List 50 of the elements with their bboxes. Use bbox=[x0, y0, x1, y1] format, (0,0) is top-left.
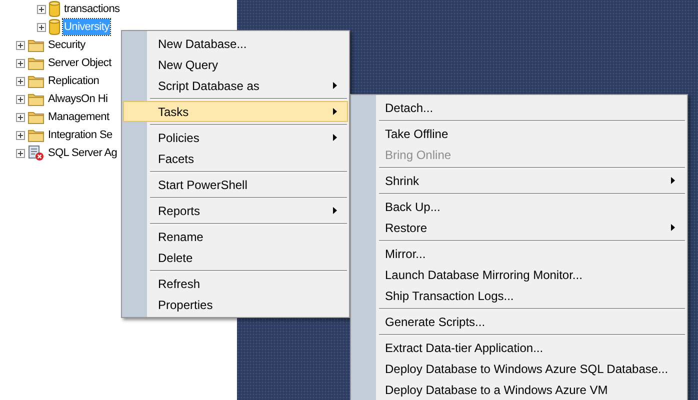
expand-icon[interactable] bbox=[37, 4, 46, 14]
menu-item[interactable]: Refresh bbox=[123, 273, 348, 294]
expand-icon[interactable] bbox=[37, 22, 46, 32]
menu-item[interactable]: Deploy Database to Windows Azure SQL Database... bbox=[352, 358, 686, 379]
menu-item[interactable]: Rename bbox=[123, 226, 348, 247]
tree-item[interactable]: Server Object bbox=[47, 55, 112, 71]
expand-icon[interactable] bbox=[16, 40, 25, 50]
menu-item[interactable]: Extract Data-tier Application... bbox=[352, 337, 686, 358]
menu-item[interactable]: Restore bbox=[352, 217, 686, 238]
folder-icon bbox=[28, 110, 44, 124]
tree-item[interactable]: SQL Server Ag bbox=[47, 145, 118, 161]
tree-item[interactable]: transactions bbox=[63, 1, 121, 17]
expand-icon[interactable] bbox=[16, 76, 25, 86]
folder-icon bbox=[28, 92, 44, 106]
menu-item[interactable]: New Database... bbox=[123, 33, 348, 54]
menu-item[interactable]: Detach... bbox=[352, 97, 686, 118]
menu-item[interactable]: Generate Scripts... bbox=[352, 311, 686, 332]
menu-item[interactable]: Script Database as bbox=[123, 75, 348, 96]
agent-icon bbox=[28, 145, 44, 161]
expand-icon[interactable] bbox=[16, 130, 25, 140]
menu-item[interactable]: Properties bbox=[123, 294, 348, 315]
folder-icon bbox=[28, 74, 44, 88]
menu-item[interactable]: Start PowerShell bbox=[123, 174, 348, 195]
menu-item[interactable]: Deploy Database to a Windows Azure VM bbox=[352, 379, 686, 400]
menu-item[interactable]: Mirror... bbox=[352, 243, 686, 264]
database-icon bbox=[49, 19, 60, 35]
expand-icon[interactable] bbox=[16, 94, 25, 104]
menu-item[interactable]: Facets bbox=[123, 148, 348, 169]
tree-item[interactable]: Integration Se bbox=[47, 127, 114, 143]
tree-item[interactable]: Replication bbox=[47, 73, 100, 89]
tree-item[interactable]: AlwaysOn Hi bbox=[47, 91, 109, 107]
menu-item[interactable]: Tasks bbox=[123, 101, 348, 122]
menu-item[interactable]: Back Up... bbox=[352, 196, 686, 217]
menu-item[interactable]: Reports bbox=[123, 200, 348, 221]
folder-icon bbox=[28, 128, 44, 142]
menu-item[interactable]: Take Offline bbox=[352, 123, 686, 144]
tree-item[interactable]: Management bbox=[47, 109, 110, 125]
folder-icon bbox=[28, 56, 44, 70]
menu-item[interactable]: Policies bbox=[123, 127, 348, 148]
menu-item[interactable]: Delete bbox=[123, 247, 348, 268]
expand-icon[interactable] bbox=[16, 58, 25, 68]
menu-item[interactable]: New Query bbox=[123, 54, 348, 75]
menu-item[interactable]: Launch Database Mirroring Monitor... bbox=[352, 264, 686, 285]
menu-item[interactable]: Ship Transaction Logs... bbox=[352, 285, 686, 306]
database-icon bbox=[49, 1, 60, 17]
expand-icon[interactable] bbox=[16, 112, 25, 122]
tree-item[interactable]: Security bbox=[47, 37, 86, 53]
menu-item[interactable]: Shrink bbox=[352, 170, 686, 191]
expand-icon[interactable] bbox=[16, 148, 25, 158]
folder-icon bbox=[28, 38, 44, 52]
